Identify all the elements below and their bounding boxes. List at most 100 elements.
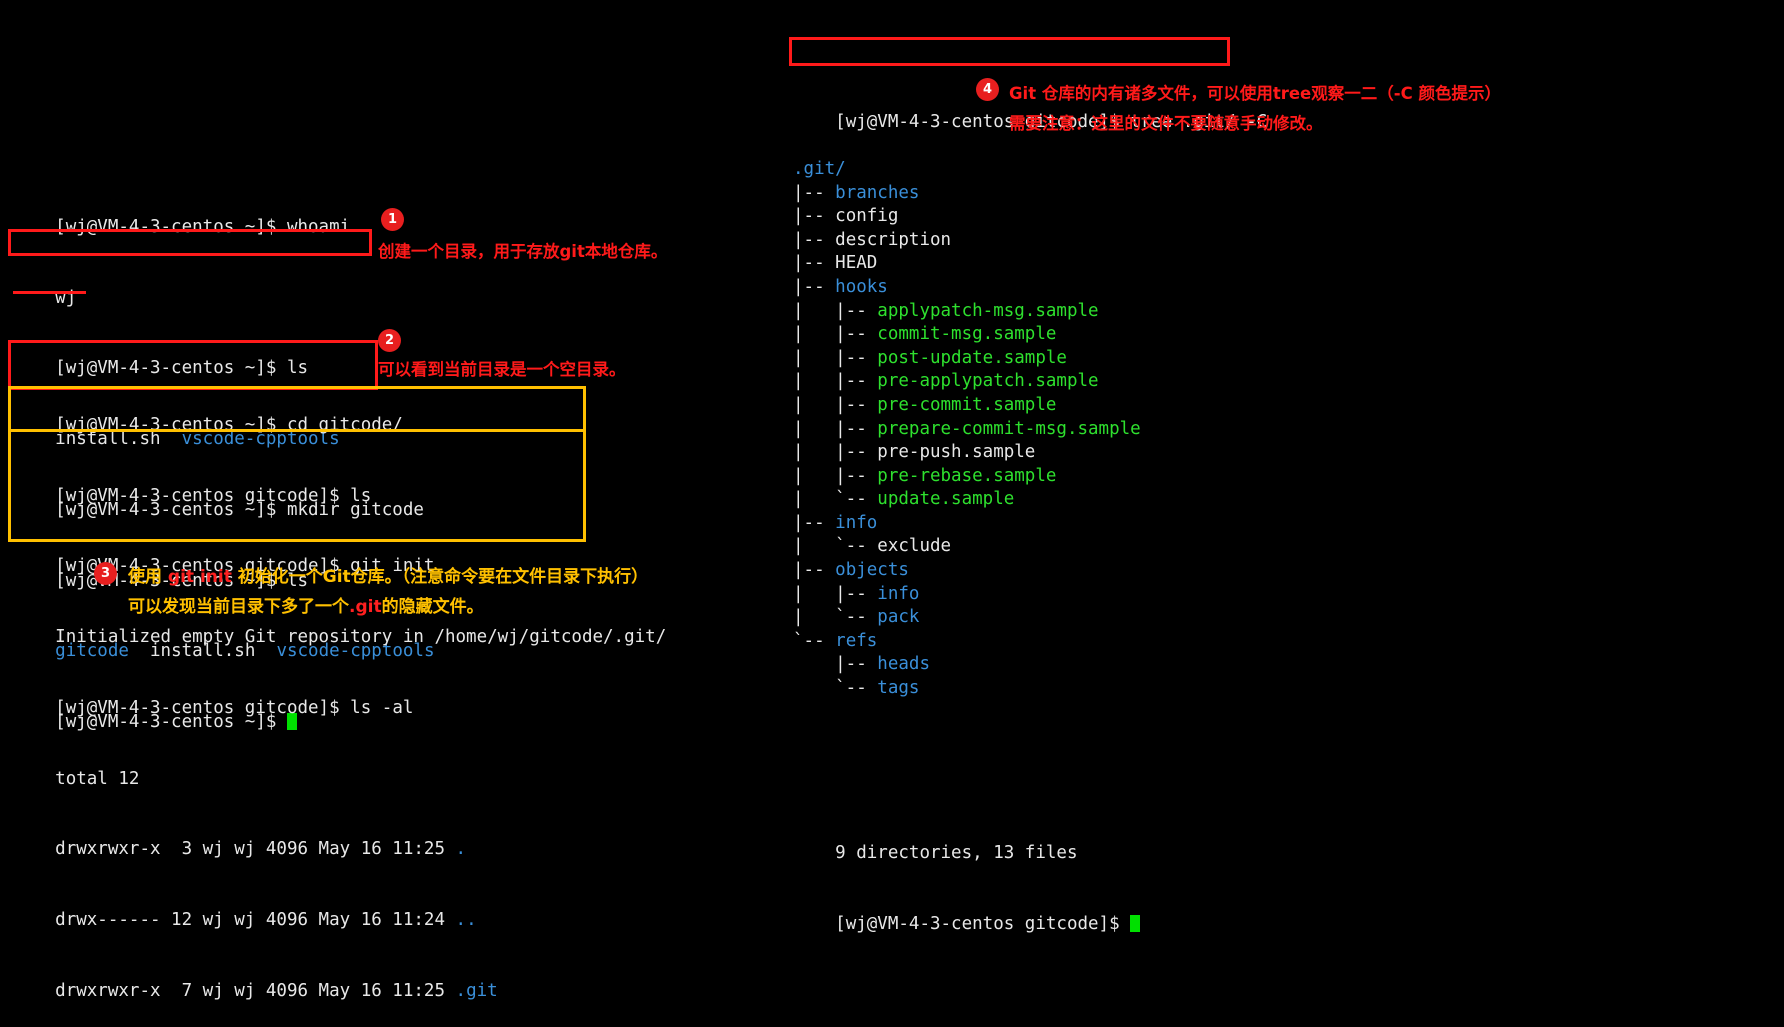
tree-branch-glyph: | |-- [793, 394, 878, 415]
shell-prompt: [wj@VM-4-3-centos gitcode]$ [55, 697, 351, 718]
tree-executable-name: pre-commit.sample [877, 394, 1057, 415]
tree-line: `-- refs [793, 630, 1267, 654]
tree-line: | `-- update.sample [793, 488, 1267, 512]
note3-command: git init [167, 567, 232, 587]
shell-prompt: [wj@VM-4-3-centos gitcode]$ [55, 485, 351, 506]
tree-line: | `-- pack [793, 606, 1267, 630]
tree-branch-glyph: `-- [793, 630, 836, 651]
terminal-line: drwx------ 12 wj wj 4096 May 16 11:24 .. [13, 886, 666, 930]
shell-prompt: [wj@VM-4-3-centos gitcode]$ [835, 913, 1131, 934]
terminal-line-tree-summary: 9 directories, 13 files [793, 819, 1267, 863]
note3-line2-text-1: 可以发现当前目录下多了一个 [128, 597, 349, 617]
tree-directory-name: pack [877, 607, 920, 628]
annotation-badge-3: 3 [94, 562, 117, 585]
tree-directory-name: heads [877, 654, 930, 675]
tree-line: |-- heads [793, 653, 1267, 677]
tree-line: |-- hooks [793, 276, 1267, 300]
tree-branch-glyph: |-- [793, 182, 836, 203]
terminal-line: wj [13, 263, 434, 308]
tree-branch-glyph: | |-- [793, 465, 878, 486]
tree-directory-name: objects [835, 560, 909, 581]
underline-git-init-output [11, 429, 583, 432]
tree-line: |-- objects [793, 559, 1267, 583]
note3-text-1: 使用 [128, 567, 168, 587]
tree-line: | |-- commit-msg.sample [793, 323, 1267, 347]
tree-executable-name: update.sample [877, 489, 1015, 510]
note3-line2-dotgit: .git [349, 597, 382, 617]
terminal-line: drwxrwxr-x 3 wj wj 4096 May 16 11:25 . [13, 815, 666, 859]
tree-line: | |-- post-update.sample [793, 347, 1267, 371]
terminal-line-ls: [wj@VM-4-3-centos gitcode]$ ls [13, 461, 666, 506]
tree-branch-glyph: |-- [793, 229, 836, 250]
tree-branch-glyph: |-- [793, 206, 836, 227]
tree-file-name: pre-push.sample [877, 442, 1036, 463]
tree-branch-glyph: | |-- [793, 371, 878, 392]
tree-branch-glyph: | `-- [793, 536, 878, 557]
terminal-cursor [1130, 914, 1141, 932]
tree-line: | |-- pre-rebase.sample [793, 465, 1267, 489]
ls-entry-name-dot: . [455, 839, 467, 860]
tree-line: | |-- pre-push.sample [793, 441, 1267, 465]
annotation-note-3-line1: 使用 git init 初始化一个Git仓库。（注意命令要在文件目录下执行） [128, 562, 648, 587]
tree-branch-glyph: | |-- [793, 418, 878, 439]
tree-branch-glyph: | `-- [793, 489, 878, 510]
tree-line: |-- description [793, 229, 1267, 253]
tree-line: | |-- pre-commit.sample [793, 394, 1267, 418]
tree-line: | |-- info [793, 583, 1267, 607]
tree-executable-name: pre-applypatch.sample [877, 371, 1099, 392]
terminal-line-gitinit: [wj@VM-4-3-centos gitcode]$ git init [13, 532, 666, 576]
tree-line: .git/ [793, 158, 1267, 182]
annotation-note-4-line2: 需要注意：这里的文件不要随意手动修改。 [1009, 114, 1323, 133]
annotation-note-4-line1: Git 仓库的内有诸多文件，可以使用tree观察一二（-C 颜色提示） [1009, 84, 1501, 103]
tree-line: | |-- prepare-commit-msg.sample [793, 418, 1267, 442]
tree-directory-name: branches [835, 182, 920, 203]
tree-branch-glyph: |-- [793, 654, 878, 675]
tree-directory-name: hooks [835, 276, 888, 297]
tree-branch-glyph: | |-- [793, 300, 878, 321]
tree-summary: 9 directories, 13 files [835, 843, 1078, 864]
tree-line: |-- config [793, 205, 1267, 229]
tree-branch-glyph: |-- [793, 276, 836, 297]
shell-command-ls-al: ls -al [350, 697, 414, 718]
ls-entry-attrs: drwx------ 12 wj wj 4096 May 16 11:24 [55, 910, 456, 931]
annotation-note-2: 可以看到当前目录是一个空目录。 [378, 360, 626, 379]
tree-branch-glyph: |-- [793, 512, 836, 533]
tree-file-name: description [835, 229, 952, 250]
tree-line: |-- branches [793, 182, 1267, 206]
ls-entry-attrs: drwxrwxr-x 7 wj wj 4096 May 16 11:25 [55, 981, 456, 1002]
tree-branch-glyph: | |-- [793, 324, 878, 345]
annotation-note-1: 创建一个目录，用于存放git本地仓库。 [378, 242, 668, 261]
shell-prompt: [wj@VM-4-3-centos ~]$ [55, 216, 287, 237]
terminal-left-session-2: [wj@VM-4-3-centos ~]$ cd gitcode/ [wj@VM… [13, 343, 666, 1004]
tree-branch-glyph: |-- [793, 560, 836, 581]
tree-file-name: exclude [877, 536, 952, 557]
ls-entry-name-dotgit: .git [455, 981, 498, 1002]
terminal-line: [wj@VM-4-3-centos ~]$ whoami [13, 192, 434, 237]
underline-gitcode [13, 291, 86, 294]
terminal-line-cd: [wj@VM-4-3-centos ~]$ cd gitcode/ [13, 390, 666, 435]
tree-line: |-- HEAD [793, 252, 1267, 276]
tree-file-name: config [835, 206, 899, 227]
git-init-output: Initialized empty Git repository in /hom… [55, 627, 667, 648]
terminal-line: total 12 [13, 744, 666, 789]
tree-executable-name: post-update.sample [877, 347, 1067, 368]
tree-directory-name: tags [877, 678, 920, 699]
tree-line: | `-- exclude [793, 535, 1267, 559]
annotation-badge-4: 4 [976, 78, 999, 101]
tree-branch-glyph: | `-- [793, 607, 878, 628]
annotation-badge-2: 2 [378, 329, 401, 352]
tree-directory-name: refs [835, 630, 878, 651]
annotation-note-3-line2: 可以发现当前目录下多了一个.git的隐藏文件。 [128, 592, 484, 617]
tree-directory-name: info [835, 512, 878, 533]
tree-branch-glyph: `-- [793, 678, 878, 699]
tree-directory-name: info [877, 583, 920, 604]
tree-executable-name: commit-msg.sample [877, 324, 1057, 345]
tree-branch-glyph: | |-- [793, 442, 878, 463]
tree-line: `-- tags [793, 677, 1267, 701]
ls-total: total 12 [55, 768, 140, 789]
tree-line: | |-- pre-applypatch.sample [793, 370, 1267, 394]
ls-entry-name-dotdot: .. [455, 910, 477, 931]
tree-output: .git/|-- branches |-- config |-- descripti… [793, 158, 1267, 701]
terminal-line: [wj@VM-4-3-centos gitcode]$ ls -al [13, 673, 666, 718]
tree-line: |-- info [793, 512, 1267, 536]
